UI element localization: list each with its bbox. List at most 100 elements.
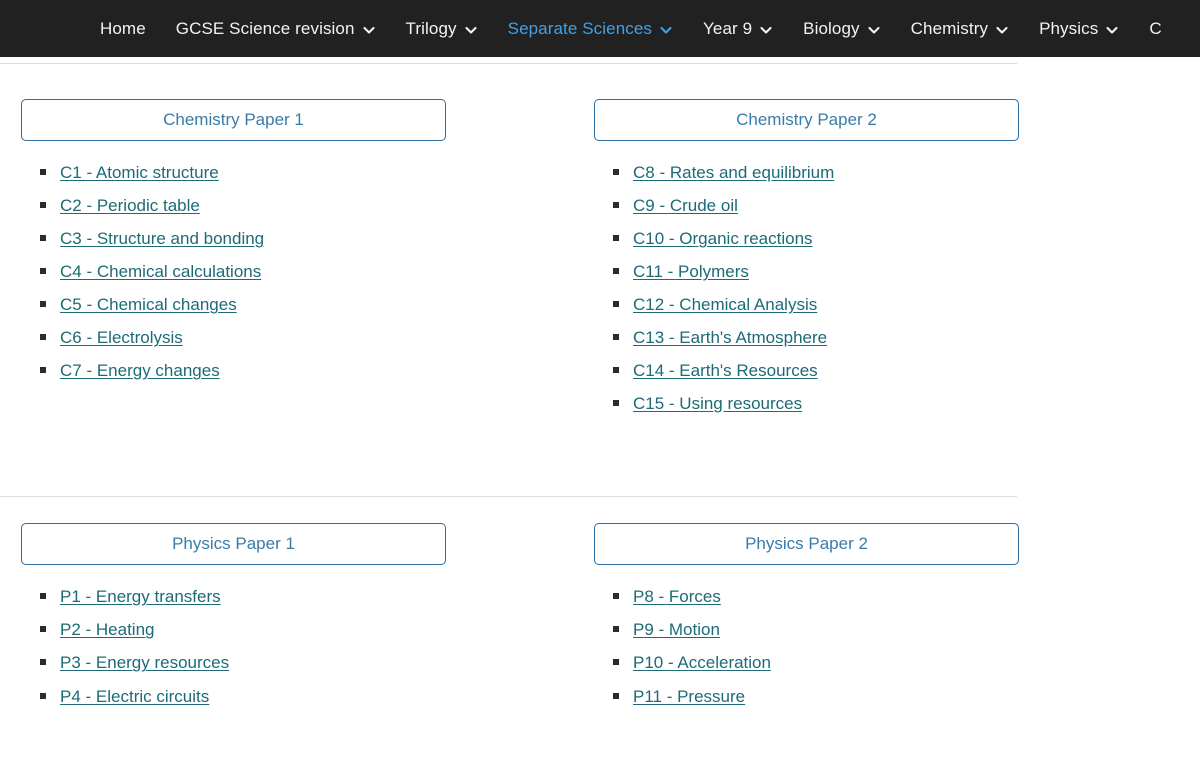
bullet-square-icon xyxy=(613,659,619,666)
paper-heading-box[interactable]: Physics Paper 2 xyxy=(594,523,1019,566)
topic-link[interactable]: C1 - Atomic structure xyxy=(60,163,219,183)
bullet-square-icon xyxy=(613,334,619,341)
topic-link[interactable]: C2 - Periodic table xyxy=(60,196,200,216)
bullet-square-icon xyxy=(40,692,46,699)
topic-link[interactable]: C14 - Earth's Resources xyxy=(633,361,818,381)
list-item: C14 - Earth's Resources xyxy=(594,361,1019,381)
nav-item-home[interactable]: Home xyxy=(100,20,146,37)
chevron-down-icon xyxy=(659,23,673,37)
nav-item-label: Biology xyxy=(803,19,860,38)
chevron-down-icon xyxy=(464,23,478,37)
list-item: P1 - Energy transfers xyxy=(21,587,446,607)
topic-link[interactable]: P9 - Motion xyxy=(633,620,720,640)
topic-link[interactable]: P8 - Forces xyxy=(633,587,721,607)
topic-link[interactable]: P1 - Energy transfers xyxy=(60,587,221,607)
bullet-square-icon xyxy=(613,692,619,699)
nav-item-chemistry[interactable]: Chemistry xyxy=(911,20,1009,37)
list-item: C3 - Structure and bonding xyxy=(21,229,446,249)
list-item: C4 - Chemical calculations xyxy=(21,262,446,282)
column-physics-paper-2: Physics Paper 2 P8 - Forces P9 - Motion P10… xyxy=(594,523,1019,719)
paper-heading-box[interactable]: Chemistry Paper 2 xyxy=(594,99,1019,141)
topic-link[interactable]: P3 - Energy resources xyxy=(60,653,229,673)
chevron-down-icon xyxy=(759,23,773,37)
nav-item-label: GCSE Science revision xyxy=(175,19,355,38)
bullet-square-icon xyxy=(40,659,46,666)
list-item: C7 - Energy changes xyxy=(21,361,446,381)
bullet-square-icon xyxy=(40,626,46,633)
bullet-square-icon xyxy=(613,169,619,175)
list-item: C12 - Chemical Analysis xyxy=(594,295,1019,315)
paper-heading-box[interactable]: Chemistry Paper 1 xyxy=(21,99,446,141)
list-item: C11 - Polymers xyxy=(594,262,1019,282)
list-item: C6 - Electrolysis xyxy=(21,328,446,348)
list-item: C5 - Chemical changes xyxy=(21,295,446,315)
topic-link[interactable]: C3 - Structure and bonding xyxy=(60,229,264,249)
topic-link[interactable]: P11 - Pressure xyxy=(633,687,745,707)
topic-list: C8 - Rates and equilibrium C9 - Crude oil… xyxy=(594,163,1019,414)
nav-item-c[interactable]: C xyxy=(1149,20,1161,37)
nav-item-label: Chemistry xyxy=(910,19,989,38)
bullet-square-icon xyxy=(40,334,46,341)
nav-item-physics[interactable]: Physics xyxy=(1039,20,1119,37)
topic-link[interactable]: C6 - Electrolysis xyxy=(60,328,183,348)
topic-link[interactable]: C7 - Energy changes xyxy=(60,361,220,381)
list-item: P9 - Motion xyxy=(594,620,1019,640)
topic-link[interactable]: C5 - Chemical changes xyxy=(60,295,237,315)
list-item: C2 - Periodic table xyxy=(21,196,446,216)
bullet-square-icon xyxy=(613,268,619,275)
nav-item-label: C xyxy=(1149,19,1162,38)
bullet-square-icon xyxy=(40,367,46,374)
nav-item-trilogy[interactable]: Trilogy xyxy=(406,20,478,37)
bullet-square-icon xyxy=(613,593,619,600)
list-item: P11 - Pressure xyxy=(594,687,1019,707)
topic-link[interactable]: P10 - Acceleration xyxy=(633,653,771,673)
section-chemistry: Chemistry Paper 1 C1 - Atomic structure C2… xyxy=(0,99,1200,427)
list-item: P8 - Forces xyxy=(594,587,1019,607)
nav-item-biology[interactable]: Biology xyxy=(803,20,880,37)
bullet-square-icon xyxy=(613,367,619,374)
main-navigation: Home GCSE Science revision Trilogy Separate… xyxy=(0,0,1200,57)
list-item: C10 - Organic reactions xyxy=(594,229,1019,249)
bullet-square-icon xyxy=(40,301,46,308)
list-item: P4 - Electric circuits xyxy=(21,687,446,707)
bullet-square-icon xyxy=(40,235,46,242)
topic-link[interactable]: P2 - Heating xyxy=(60,620,155,640)
bullet-square-icon xyxy=(40,268,46,275)
topic-link[interactable]: C11 - Polymers xyxy=(633,262,749,282)
paper-heading-label: Physics Paper 1 xyxy=(172,534,295,554)
list-item: C1 - Atomic structure xyxy=(21,163,446,183)
bullet-square-icon xyxy=(613,235,619,242)
list-item: C15 - Using resources xyxy=(594,394,1019,414)
topic-link[interactable]: C4 - Chemical calculations xyxy=(60,262,261,282)
topic-list: P1 - Energy transfers P2 - Heating P3 - En… xyxy=(21,587,446,706)
nav-item-separate-sciences[interactable]: Separate Sciences xyxy=(508,20,673,37)
bullet-square-icon xyxy=(40,593,46,600)
topic-link[interactable]: C9 - Crude oil xyxy=(633,196,738,216)
list-item: C13 - Earth's Atmosphere xyxy=(594,328,1019,348)
divider-top xyxy=(0,63,1017,64)
list-item: P3 - Energy resources xyxy=(21,653,446,673)
section-physics: Physics Paper 1 P1 - Energy transfers P2 -… xyxy=(0,523,1200,719)
paper-heading-box[interactable]: Physics Paper 1 xyxy=(21,523,446,566)
column-chemistry-paper-1: Chemistry Paper 1 C1 - Atomic structure C2… xyxy=(21,99,446,427)
nav-item-label: Physics xyxy=(1039,19,1099,38)
list-item: P2 - Heating xyxy=(21,620,446,640)
bullet-square-icon xyxy=(613,301,619,308)
bullet-square-icon xyxy=(613,202,619,209)
topic-link[interactable]: C15 - Using resources xyxy=(633,394,802,414)
topic-list: C1 - Atomic structure C2 - Periodic table… xyxy=(21,163,446,381)
paper-heading-label: Chemistry Paper 2 xyxy=(736,110,877,129)
divider-middle xyxy=(0,496,1017,498)
topic-link[interactable]: C13 - Earth's Atmosphere xyxy=(633,328,827,348)
topic-link[interactable]: C10 - Organic reactions xyxy=(633,229,813,249)
nav-item-year-9[interactable]: Year 9 xyxy=(703,20,773,37)
bullet-square-icon xyxy=(613,626,619,633)
nav-item-gcse-science-revision[interactable]: GCSE Science revision xyxy=(176,20,376,37)
bullet-square-icon xyxy=(40,202,46,209)
nav-item-label: Trilogy xyxy=(405,19,457,38)
topic-link[interactable]: C12 - Chemical Analysis xyxy=(633,295,817,315)
topic-link[interactable]: P4 - Electric circuits xyxy=(60,687,209,707)
topic-link[interactable]: C8 - Rates and equilibrium xyxy=(633,163,834,183)
column-chemistry-paper-2: Chemistry Paper 2 C8 - Rates and equilibr… xyxy=(594,99,1019,427)
paper-heading-label: Physics Paper 2 xyxy=(745,534,868,554)
